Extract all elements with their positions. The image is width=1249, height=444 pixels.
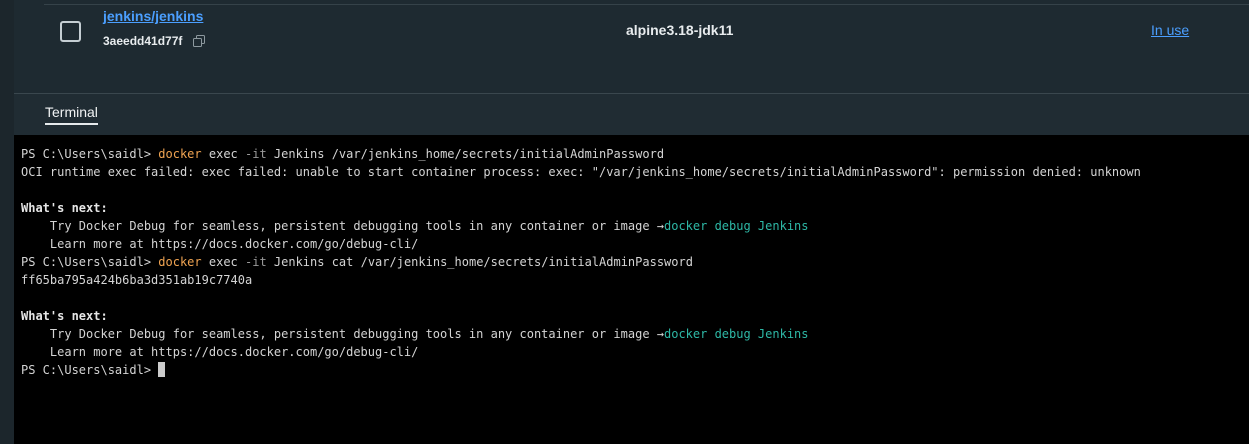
terminal-line: PS C:\Users\saidl> docker exec -it Jenki… [21,145,1141,163]
terminal-text: Jenkins cat /var/jenkins_home/secrets/in… [266,255,693,269]
terminal-line: PS C:\Users\saidl> [21,361,1141,379]
terminal-line: PS C:\Users\saidl> docker exec -it Jenki… [21,253,1141,271]
left-sidebar-edge [0,0,14,444]
terminal-line: ff65ba795a424b6ba3d351ab19c7740a [21,271,1141,289]
terminal-text: ff65ba795a424b6ba3d351ab19c7740a [21,273,253,287]
terminal-text: Learn more at https://docs.docker.com/go… [21,237,419,251]
image-status-link[interactable]: In use [1151,22,1189,38]
terminal-heading: What's next: [21,309,108,323]
image-repository-link[interactable]: jenkins/jenkins [103,8,203,24]
terminal-prompt: PS C:\Users\saidl> [21,255,159,269]
terminal-hint-link[interactable]: docker debug Jenkins [664,327,809,341]
terminal-panel[interactable]: PS C:\Users\saidl> docker exec -it Jenki… [14,135,1249,444]
terminal-line: Learn more at https://docs.docker.com/go… [21,343,1141,361]
terminal-output: PS C:\Users\saidl> docker exec -it Jenki… [21,145,1141,379]
terminal-line: OCI runtime exec failed: exec failed: un… [21,163,1141,181]
terminal-text: Try Docker Debug for seamless, persisten… [21,327,664,341]
terminal-cursor-icon [158,362,166,377]
terminal-line: What's next: [21,307,1141,325]
terminal-line: Try Docker Debug for seamless, persisten… [21,217,1141,235]
terminal-line: Learn more at https://docs.docker.com/go… [21,235,1141,253]
row-divider [44,4,1249,5]
image-list-row: jenkins/jenkins 3aeedd41d77f alpine3.18-… [14,0,1249,94]
tab-terminal[interactable]: Terminal [45,104,98,125]
bottom-panel-tabbar: Terminal [14,94,1249,135]
terminal-line: What's next: [21,199,1141,217]
image-tag: alpine3.18-jdk11 [626,22,734,38]
row-select-checkbox[interactable] [60,21,81,42]
image-id: 3aeedd41d77f [103,34,183,48]
terminal-hint-link[interactable]: docker debug Jenkins [664,219,809,233]
terminal-prompt: PS C:\Users\saidl> [21,147,159,161]
terminal-command: docker [158,147,202,161]
terminal-text: Jenkins /var/jenkins_home/secrets/initia… [266,147,665,161]
terminal-text: exec [201,255,245,269]
terminal-text: exec [201,147,245,161]
terminal-text: Learn more at https://docs.docker.com/go… [21,345,419,359]
terminal-line: Try Docker Debug for seamless, persisten… [21,325,1141,343]
terminal-command: docker [158,255,202,269]
terminal-flag: -it [245,147,267,161]
terminal-heading: What's next: [21,201,108,215]
terminal-text: OCI runtime exec failed: exec failed: un… [21,165,1141,179]
terminal-prompt: PS C:\Users\saidl> [21,363,159,377]
terminal-flag: -it [245,255,267,269]
terminal-text: Try Docker Debug for seamless, persisten… [21,219,664,233]
copy-icon[interactable] [193,35,205,47]
